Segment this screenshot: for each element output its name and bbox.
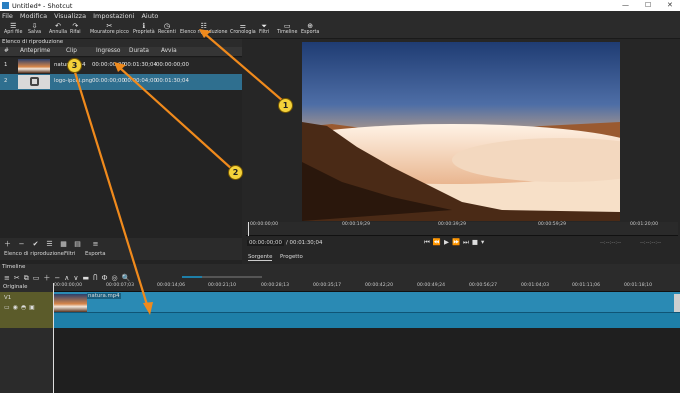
- menu-aiuto[interactable]: Aiuto: [141, 12, 158, 20]
- filters-button[interactable]: ⏷ Filtri: [259, 22, 269, 35]
- timeline-toolbar: ≡✂⧉▭＋−∧∨▬ႶФ◎🔍: [0, 272, 680, 283]
- view-details-icon[interactable]: ☰: [45, 240, 54, 248]
- timeline-header: Timeline: [0, 264, 680, 272]
- timeline-button[interactable]: ▭ Timeline: [277, 22, 297, 35]
- view-tiles-icon[interactable]: ▦: [59, 240, 68, 248]
- export-icon: ⊕: [307, 22, 314, 30]
- clip-end-thumbnail: [674, 294, 680, 312]
- viewer-playhead[interactable]: [248, 222, 249, 236]
- menu-impostazioni[interactable]: Impostazioni: [93, 12, 134, 20]
- add-icon[interactable]: ＋: [3, 240, 12, 248]
- track-v1-header[interactable]: V1 ▭◉◓▣: [0, 292, 53, 328]
- folder-icon: ☰: [10, 22, 17, 30]
- tab-playlist[interactable]: Elenco di riproduzione: [4, 251, 64, 257]
- export-button[interactable]: ⊕ Esporta: [301, 22, 319, 35]
- logo-icon: [30, 77, 39, 86]
- app-icon: [2, 2, 9, 9]
- history-button[interactable]: ⚌ Cronologia: [230, 22, 256, 35]
- meter-icon: ✂: [106, 22, 113, 30]
- title-bar: Untitled* - Shotcut — ☐ ✕: [0, 0, 680, 11]
- remove-icon[interactable]: −: [17, 240, 26, 248]
- timeline-playhead[interactable]: [53, 283, 54, 393]
- clock-icon: ◷: [163, 22, 171, 30]
- timeline-ruler[interactable]: 00:00:00;00 00:00:07;03 00:00:14;06 00:0…: [53, 283, 680, 292]
- track-controls-icons[interactable]: ▭◉◓▣: [4, 304, 38, 311]
- callout-3: 3: [67, 58, 82, 73]
- tab-filters[interactable]: Filtri: [64, 251, 76, 257]
- callout-1: 1: [278, 98, 293, 113]
- main-toolbar: ☰ Apri file ⇩ Salva ↶ Annulla ↷ Rifai ✂ Moura…: [0, 21, 680, 39]
- undo-button[interactable]: ↶ Annulla: [49, 22, 67, 35]
- playlist-row[interactable]: 1 natura.mp4 00:00:00;00 00:01:30;04 00:…: [0, 58, 242, 74]
- track-name: V1: [4, 295, 12, 301]
- col-clip[interactable]: Clip: [66, 48, 77, 54]
- window-title: Untitled* - Shotcut: [12, 1, 73, 10]
- col-start[interactable]: Avvia: [161, 48, 177, 54]
- menu-icon[interactable]: ≡: [91, 240, 100, 248]
- clip-label: natura.mp4: [87, 293, 121, 299]
- transport-controls[interactable]: ⏮⏪▶⏩⏭■▾: [424, 238, 487, 247]
- col-thumbnails[interactable]: Anteprime: [20, 48, 50, 54]
- col-in[interactable]: Ingresso: [96, 48, 120, 54]
- open-file-button[interactable]: ☰ Apri file: [4, 22, 22, 35]
- timeline-clip[interactable]: natura.mp4: [53, 292, 680, 328]
- track-header-label: Originale: [3, 284, 28, 290]
- clip-thumbnail: [18, 75, 50, 89]
- clip-thumbnail: [18, 59, 50, 73]
- col-duration[interactable]: Durata: [129, 48, 149, 54]
- clip-thumbnail: [53, 294, 87, 312]
- menu-bar: File Modifica Visualizza Impostazioni Ai…: [0, 11, 680, 21]
- menu-modifica[interactable]: Modifica: [20, 12, 47, 20]
- playlist-controls: ＋ − ✔ ☰ ▦ ▤ ≡ Elenco di riproduzione Fil…: [0, 238, 242, 260]
- playlist-row[interactable]: 2 logo-ipcei.png 00:00:00;00 00:00:04;00…: [0, 74, 242, 90]
- tab-source[interactable]: Sorgente: [248, 254, 273, 261]
- tab-export[interactable]: Esporta: [85, 251, 106, 257]
- save-button[interactable]: ⇩ Salva: [28, 22, 41, 35]
- playlist-columns: # Anteprime Clip Ingresso Durata Avvia: [0, 47, 242, 57]
- playlist-header: Elenco di riproduzione: [0, 39, 242, 47]
- history-icon: ⚌: [239, 22, 246, 30]
- redo-icon: ↷: [72, 22, 79, 30]
- maximize-button[interactable]: ☐: [645, 1, 651, 9]
- current-time[interactable]: 00:00:00;00: [247, 240, 284, 246]
- menu-visualizza[interactable]: Visualizza: [54, 12, 86, 20]
- minimize-button[interactable]: —: [622, 1, 629, 9]
- save-icon: ⇩: [31, 22, 38, 30]
- timeline-icon: ▭: [283, 22, 291, 30]
- properties-button[interactable]: ℹ Proprietà: [133, 22, 155, 35]
- zoom-slider[interactable]: [182, 276, 262, 278]
- info-icon: ℹ: [142, 22, 146, 30]
- video-preview: [302, 42, 620, 221]
- view-icons-icon[interactable]: ▤: [73, 240, 82, 248]
- menu-file[interactable]: File: [2, 12, 13, 20]
- redo-button[interactable]: ↷ Rifai: [70, 22, 81, 35]
- in-point: --:--:--:--: [600, 240, 622, 246]
- filter-icon: ⏷: [261, 22, 267, 30]
- out-point: --:--:--:--: [640, 240, 662, 246]
- timeline-tool-icons[interactable]: ≡✂⧉▭＋−∧∨▬ႶФ◎🔍: [4, 273, 134, 283]
- list-icon: ☷: [200, 22, 207, 30]
- playlist-button[interactable]: ☷ Elenco riproduzione: [180, 22, 227, 35]
- viewer-ruler[interactable]: 00:00:00;00 00:00:19;29 00:00:39;29 00:0…: [246, 222, 678, 236]
- close-button[interactable]: ✕: [667, 1, 673, 9]
- callout-2: 2: [228, 165, 243, 180]
- col-number[interactable]: #: [4, 48, 9, 54]
- peak-meter-button[interactable]: ✂ Mouratore picco: [90, 22, 129, 35]
- tab-project[interactable]: Progetto: [280, 254, 303, 260]
- total-time: / 00:01:30;04: [286, 240, 323, 246]
- landscape-frame: [302, 42, 620, 221]
- update-icon[interactable]: ✔: [31, 240, 40, 248]
- recent-button[interactable]: ◷ Recenti: [158, 22, 176, 35]
- undo-icon: ↶: [55, 22, 61, 30]
